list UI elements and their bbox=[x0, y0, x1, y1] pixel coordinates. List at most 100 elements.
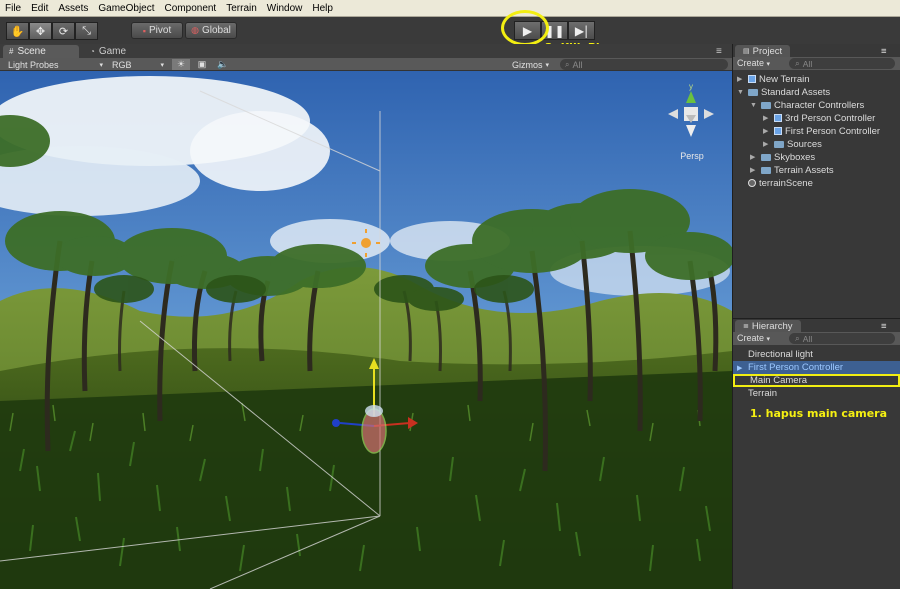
hierarchy-item[interactable]: Directional light bbox=[733, 348, 900, 361]
move-icon[interactable]: ✥ bbox=[29, 22, 52, 40]
tab-game[interactable]: ◔ Game bbox=[84, 45, 144, 58]
project-item-label: First Person Controller bbox=[785, 125, 881, 137]
project-item[interactable]: ▶ 3rd Person Controller bbox=[763, 112, 875, 124]
hierarchy-tab-label: Hierarchy bbox=[751, 320, 793, 332]
collapsed-arrow-icon[interactable]: ▶ bbox=[737, 364, 742, 372]
unity-editor: File Edit Assets GameObject Component Te… bbox=[0, 0, 900, 589]
sun-icon: ☀ bbox=[176, 59, 186, 69]
lighting-toggle[interactable]: ☀ bbox=[172, 59, 190, 70]
expanded-arrow-icon[interactable]: ▼ bbox=[750, 102, 758, 109]
collapsed-arrow-icon[interactable]: ▶ bbox=[750, 153, 758, 161]
audio-toggle[interactable]: 🔈 bbox=[214, 59, 232, 70]
scale-icon[interactable]: ⤡ bbox=[75, 22, 98, 40]
tab-hierarchy[interactable]: ≣ Hierarchy bbox=[735, 320, 801, 332]
project-item-label: Terrain Assets bbox=[774, 164, 834, 176]
hierarchy-item[interactable]: Main Camera bbox=[733, 374, 900, 387]
global-button[interactable]: ◍ Global bbox=[185, 22, 237, 39]
channel-label: RGB bbox=[112, 59, 132, 70]
panel-menu-icon[interactable]: ≡ bbox=[710, 45, 728, 58]
dropdown-arrow-icon: ▾ bbox=[766, 336, 771, 343]
gizmo-axis-y: y bbox=[689, 82, 693, 91]
tab-project[interactable]: ▤ Project bbox=[735, 45, 791, 57]
toolbar: ✋ ✥ ⟳ ⤡ ▪ Pivot ◍ Global ▶ ❚❚ ▶| bbox=[0, 17, 900, 44]
menu-assets[interactable]: Assets bbox=[53, 3, 93, 14]
project-item[interactable]: ▼ Standard Assets bbox=[737, 86, 830, 98]
play-highlight-circle bbox=[501, 10, 549, 46]
folder-icon: ▤ bbox=[743, 48, 750, 55]
scene-search-placeholder: All bbox=[572, 59, 583, 70]
gizmos-label: Gizmos bbox=[512, 59, 543, 70]
search-icon: ⌕ bbox=[795, 58, 800, 68]
search-icon: ⌕ bbox=[795, 333, 800, 343]
unity-scene-icon bbox=[748, 179, 756, 187]
hierarchy-create-button[interactable]: Create ▾ bbox=[737, 333, 770, 343]
hand-icon[interactable]: ✋ bbox=[6, 22, 29, 40]
menu-help[interactable]: Help bbox=[307, 3, 338, 14]
menu-terrain[interactable]: Terrain bbox=[221, 3, 262, 14]
menu-edit[interactable]: Edit bbox=[26, 3, 53, 14]
dropdown-arrow-icon: ▾ bbox=[160, 61, 164, 69]
project-item-label: Sources bbox=[787, 138, 822, 150]
image-toggle[interactable]: ▣ bbox=[193, 59, 211, 70]
project-item-label: Skyboxes bbox=[774, 151, 816, 163]
project-item[interactable]: terrainScene bbox=[737, 177, 813, 189]
tab-scene[interactable]: # Scene bbox=[3, 45, 79, 58]
step-icon[interactable]: ▶| bbox=[568, 21, 595, 40]
hierarchy-toolbar: Create ▾ ⌕ All bbox=[733, 332, 900, 345]
hierarchy-item-label: Main Camera bbox=[750, 375, 808, 386]
global-label: Global bbox=[201, 25, 231, 36]
collapsed-arrow-icon[interactable]: ▶ bbox=[763, 114, 771, 122]
list-icon: ≣ bbox=[743, 323, 749, 330]
project-item[interactable]: ▶ New Terrain bbox=[737, 73, 810, 85]
scene-viewport[interactable]: y Persp bbox=[0, 71, 732, 589]
tab-game-label: Game bbox=[98, 46, 127, 57]
collapsed-arrow-icon[interactable]: ▶ bbox=[763, 140, 771, 148]
project-search-input[interactable]: ⌕ All bbox=[789, 58, 895, 69]
project-item[interactable]: ▶ Terrain Assets bbox=[750, 164, 834, 176]
prefab-icon bbox=[774, 127, 782, 135]
collapsed-arrow-icon[interactable]: ▶ bbox=[737, 75, 745, 83]
expanded-arrow-icon[interactable]: ▼ bbox=[737, 89, 745, 96]
annotation-delete-camera: 1. hapus main camera bbox=[750, 407, 888, 420]
gizmo-persp-label: Persp bbox=[680, 151, 704, 161]
pivot-label: Pivot bbox=[148, 25, 172, 36]
hierarchy-panel: ≣ Hierarchy ≡ Create ▾ ⌕ All Directional… bbox=[733, 319, 900, 589]
folder-icon bbox=[761, 166, 771, 174]
menu-file[interactable]: File bbox=[0, 3, 26, 14]
project-panel: ▤ Project ≡ Create ▾ ⌕ All ▶ New Terrain ▼… bbox=[733, 44, 900, 318]
tab-scene-label: Scene bbox=[17, 46, 46, 57]
project-item-label: Standard Assets bbox=[761, 86, 831, 98]
menu-gameobject[interactable]: GameObject bbox=[93, 3, 159, 14]
menu-window[interactable]: Window bbox=[262, 3, 308, 14]
folder-icon bbox=[748, 88, 758, 96]
menu-bar: File Edit Assets GameObject Component Te… bbox=[0, 0, 900, 17]
folder-icon bbox=[774, 140, 784, 148]
project-item[interactable]: ▶ First Person Controller bbox=[763, 125, 880, 137]
project-item-label: New Terrain bbox=[759, 73, 810, 85]
folder-icon bbox=[761, 101, 771, 109]
hierarchy-create-label: Create bbox=[737, 333, 765, 343]
scene-search-input[interactable]: ⌕ All bbox=[560, 59, 728, 70]
collapsed-arrow-icon[interactable]: ▶ bbox=[750, 166, 758, 174]
pivot-icon: ▪ bbox=[142, 25, 146, 36]
channel-dropdown[interactable]: RGB ▾ bbox=[112, 59, 164, 70]
hierarchy-search-input[interactable]: ⌕ All bbox=[789, 333, 895, 344]
pivot-button[interactable]: ▪ Pivot bbox=[131, 22, 183, 39]
render-mode-dropdown[interactable]: Light Probes ▾ bbox=[8, 59, 103, 70]
rotate-icon[interactable]: ⟳ bbox=[52, 22, 75, 40]
menu-component[interactable]: Component bbox=[160, 3, 222, 14]
project-item-label: 3rd Person Controller bbox=[785, 112, 876, 124]
pacman-icon: ◔ bbox=[90, 47, 95, 56]
gizmos-dropdown[interactable]: Gizmos ▾ bbox=[512, 59, 554, 70]
project-toolbar: Create ▾ ⌕ All bbox=[733, 57, 900, 70]
speaker-icon: 🔈 bbox=[217, 59, 229, 69]
panel-menu-icon[interactable]: ≡ bbox=[881, 45, 887, 57]
hierarchy-item[interactable]: Terrain bbox=[733, 387, 900, 400]
collapsed-arrow-icon[interactable]: ▶ bbox=[763, 127, 771, 135]
project-item[interactable]: ▶ Sources bbox=[763, 138, 822, 150]
panel-menu-icon[interactable]: ≡ bbox=[881, 320, 887, 332]
project-create-button[interactable]: Create ▾ bbox=[737, 58, 770, 68]
project-item[interactable]: ▼ Character Controllers bbox=[750, 99, 864, 111]
hierarchy-item[interactable]: ▶ First Person Controller bbox=[733, 361, 900, 374]
project-item[interactable]: ▶ Skyboxes bbox=[750, 151, 815, 163]
